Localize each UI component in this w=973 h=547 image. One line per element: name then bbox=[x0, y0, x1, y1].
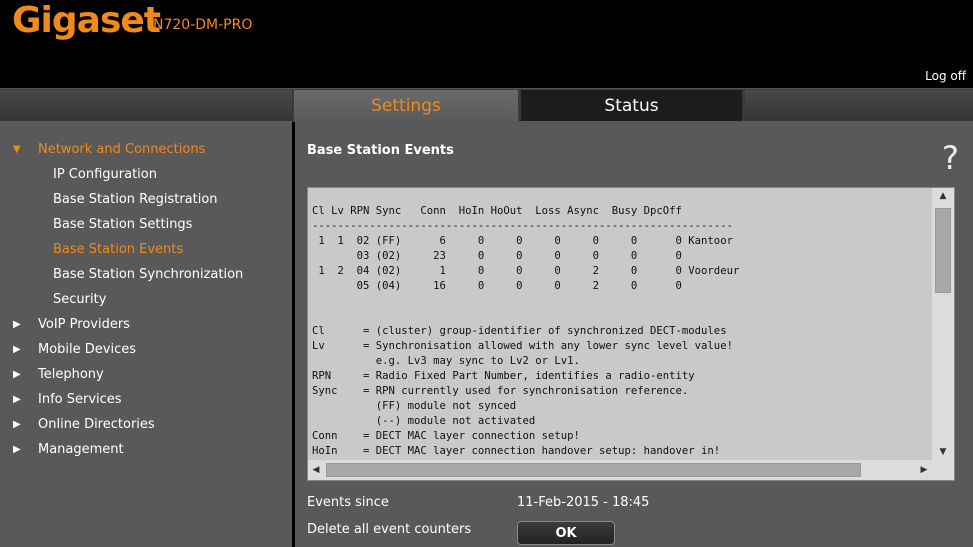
horizontal-scrollbar[interactable]: ◀ ▶ bbox=[308, 460, 932, 480]
sidebar-item-management[interactable]: Management bbox=[38, 442, 124, 457]
tab-bar-filler bbox=[745, 90, 973, 122]
chevron-right-icon: ▶ bbox=[13, 444, 21, 455]
events-since-label: Events since bbox=[307, 495, 389, 510]
sidebar-subitem-base-station-registration[interactable]: Base Station Registration bbox=[53, 192, 218, 207]
tab-settings[interactable]: Settings bbox=[294, 90, 518, 122]
tab-bar-filler bbox=[0, 90, 292, 122]
sidebar-nav: ▼ Network and Connections IP Configurati… bbox=[0, 121, 292, 547]
logoff-link[interactable]: Log off bbox=[925, 69, 966, 83]
scrollbar-corner bbox=[932, 460, 954, 480]
chevron-right-icon: ▶ bbox=[13, 369, 21, 380]
sidebar-item-voip-providers[interactable]: VoIP Providers bbox=[38, 317, 130, 332]
chevron-right-icon: ▶ bbox=[13, 419, 21, 430]
sidebar-subitem-security[interactable]: Security bbox=[53, 292, 106, 307]
brand-logo: Gigaset bbox=[12, 0, 161, 41]
sidebar-subitem-base-station-settings[interactable]: Base Station Settings bbox=[53, 217, 192, 232]
chevron-right-icon: ▶ bbox=[13, 394, 21, 405]
page-title: Base Station Events bbox=[307, 143, 454, 158]
sidebar-subitem-base-station-synchronization[interactable]: Base Station Synchronization bbox=[53, 267, 243, 282]
events-since-value: 11-Feb-2015 - 18:45 bbox=[517, 495, 650, 510]
header: Gigaset N720-DM-PRO Log off bbox=[0, 0, 973, 88]
event-log-text: Cl Lv RPN Sync Conn HoIn HoOut Loss Asyn… bbox=[312, 205, 740, 457]
event-log-textarea[interactable]: Cl Lv RPN Sync Conn HoIn HoOut Loss Asyn… bbox=[307, 187, 955, 481]
sidebar-item-telephony[interactable]: Telephony bbox=[38, 367, 104, 382]
scroll-right-icon[interactable]: ▶ bbox=[916, 460, 932, 480]
tab-bar: Settings Status bbox=[0, 88, 973, 122]
chevron-down-icon: ▼ bbox=[13, 144, 21, 155]
chevron-right-icon: ▶ bbox=[13, 319, 21, 330]
tab-status[interactable]: Status bbox=[521, 90, 742, 122]
main-panel: Base Station Events ? Cl Lv RPN Sync Con… bbox=[295, 121, 973, 547]
sidebar-item-mobile-devices[interactable]: Mobile Devices bbox=[38, 342, 136, 357]
vertical-scrollbar[interactable]: ▲ ▼ bbox=[932, 188, 954, 460]
vertical-scroll-thumb[interactable] bbox=[935, 208, 951, 293]
sidebar-item-network-and-connections[interactable]: Network and Connections bbox=[38, 142, 205, 157]
sidebar-item-info-services[interactable]: Info Services bbox=[38, 392, 122, 407]
device-model: N720-DM-PRO bbox=[153, 17, 253, 33]
sidebar-subitem-ip-configuration[interactable]: IP Configuration bbox=[53, 167, 157, 182]
sidebar-item-online-directories[interactable]: Online Directories bbox=[38, 417, 155, 432]
sidebar-subitem-base-station-events[interactable]: Base Station Events bbox=[53, 242, 183, 257]
scroll-up-icon[interactable]: ▲ bbox=[932, 188, 954, 204]
chevron-right-icon: ▶ bbox=[13, 344, 21, 355]
delete-counters-label: Delete all event counters bbox=[307, 522, 472, 537]
scroll-left-icon[interactable]: ◀ bbox=[308, 460, 324, 480]
help-icon[interactable]: ? bbox=[942, 139, 959, 177]
scroll-down-icon[interactable]: ▼ bbox=[932, 444, 954, 460]
ok-button[interactable]: OK bbox=[517, 521, 615, 545]
horizontal-scroll-thumb[interactable] bbox=[326, 463, 861, 477]
